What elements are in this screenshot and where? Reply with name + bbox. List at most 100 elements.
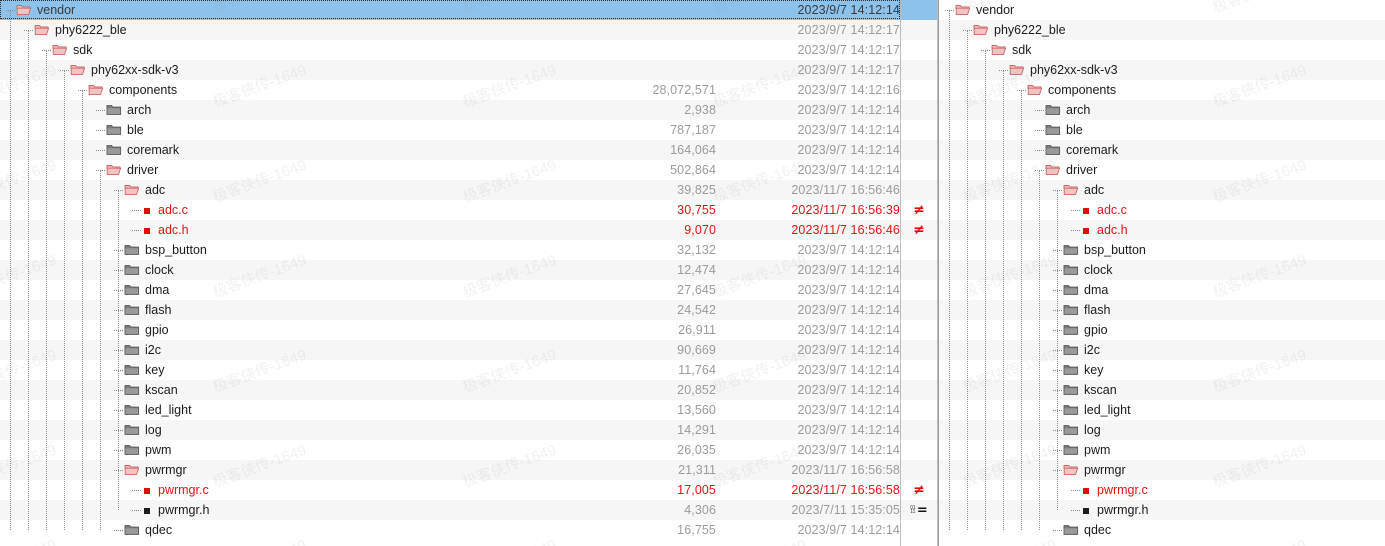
right-row-list[interactable]: vendor phy6222_ble sdk phy62xx-sdk-v3 compon…: [939, 0, 1385, 540]
table-row[interactable]: phy62xx-sdk-v3 2023/9/7 14:12:17: [0, 60, 938, 80]
row-name-cell[interactable]: coremark: [96, 140, 179, 160]
table-row[interactable]: clock 12,474 2023/9/7 14:12:14: [0, 260, 938, 280]
table-row[interactable]: ble: [939, 120, 1385, 140]
row-name-cell[interactable]: flash: [114, 300, 171, 320]
table-row[interactable]: adc.h 9,070 2023/11/7 16:56:46 ≠: [0, 220, 938, 240]
table-row[interactable]: pwrmgr.c: [939, 480, 1385, 500]
row-name-cell[interactable]: driver: [1035, 160, 1097, 180]
row-name-cell[interactable]: vendor: [945, 0, 1014, 20]
table-row[interactable]: i2c 90,669 2023/9/7 14:12:14: [0, 340, 938, 360]
row-name-cell[interactable]: coremark: [1035, 140, 1118, 160]
table-row[interactable]: led_light: [939, 400, 1385, 420]
row-name-cell[interactable]: phy62xx-sdk-v3: [999, 60, 1118, 80]
row-name-cell[interactable]: qdec: [1053, 520, 1111, 540]
table-row[interactable]: pwrmgr 21,311 2023/11/7 16:56:58: [0, 460, 938, 480]
row-name-cell[interactable]: ble: [1035, 120, 1083, 140]
row-name-cell[interactable]: vendor: [6, 0, 75, 20]
row-name-cell[interactable]: gpio: [1053, 320, 1108, 340]
table-row[interactable]: clock: [939, 260, 1385, 280]
table-row[interactable]: pwm: [939, 440, 1385, 460]
table-row[interactable]: gpio: [939, 320, 1385, 340]
row-name-cell[interactable]: flash: [1053, 300, 1110, 320]
row-name-cell[interactable]: clock: [1053, 260, 1112, 280]
row-name-cell[interactable]: pwrmgr.c: [1071, 480, 1148, 500]
table-row[interactable]: pwrmgr.h 4,306 2023/7/11 15:35:05 01 11 =: [0, 500, 938, 520]
row-name-cell[interactable]: adc: [1053, 180, 1104, 200]
table-row[interactable]: phy6222_ble 2023/9/7 14:12:17: [0, 20, 938, 40]
row-name-cell[interactable]: arch: [1035, 100, 1090, 120]
left-tree-panel[interactable]: vendor 2023/9/7 14:12:14 phy6222_ble 2023/9…: [0, 0, 938, 546]
table-row-selected[interactable]: vendor 2023/9/7 14:12:14: [0, 0, 938, 20]
row-name-cell[interactable]: phy62xx-sdk-v3: [60, 60, 179, 80]
table-row[interactable]: components 28,072,571 2023/9/7 14:12:16: [0, 80, 938, 100]
row-name-cell[interactable]: kscan: [1053, 380, 1117, 400]
table-row[interactable]: flash: [939, 300, 1385, 320]
table-row[interactable]: log: [939, 420, 1385, 440]
table-row[interactable]: bsp_button: [939, 240, 1385, 260]
row-name-cell[interactable]: pwrmgr: [114, 460, 187, 480]
table-row[interactable]: qdec: [939, 520, 1385, 540]
table-row[interactable]: flash 24,542 2023/9/7 14:12:14: [0, 300, 938, 320]
row-name-cell[interactable]: pwrmgr.c: [132, 480, 209, 500]
row-name-cell[interactable]: ble: [96, 120, 144, 140]
row-name-cell[interactable]: key: [1053, 360, 1103, 380]
row-name-cell[interactable]: dma: [1053, 280, 1108, 300]
table-row[interactable]: phy6222_ble: [939, 20, 1385, 40]
table-row[interactable]: pwm 26,035 2023/9/7 14:12:14: [0, 440, 938, 460]
row-name-cell[interactable]: sdk: [981, 40, 1031, 60]
table-row[interactable]: ble 787,187 2023/9/7 14:12:14: [0, 120, 938, 140]
table-row[interactable]: phy62xx-sdk-v3: [939, 60, 1385, 80]
table-row[interactable]: key 11,764 2023/9/7 14:12:14: [0, 360, 938, 380]
table-row[interactable]: bsp_button 32,132 2023/9/7 14:12:14: [0, 240, 938, 260]
row-name-cell[interactable]: sdk: [42, 40, 92, 60]
row-name-cell[interactable]: components: [1017, 80, 1116, 100]
table-row[interactable]: driver 502,864 2023/9/7 14:12:14: [0, 160, 938, 180]
row-name-cell[interactable]: adc.h: [1071, 220, 1128, 240]
row-name-cell[interactable]: pwm: [1053, 440, 1110, 460]
row-name-cell[interactable]: pwrmgr.h: [1071, 500, 1148, 520]
table-row[interactable]: arch: [939, 100, 1385, 120]
row-name-cell[interactable]: qdec: [114, 520, 172, 540]
table-row[interactable]: dma 27,645 2023/9/7 14:12:14: [0, 280, 938, 300]
table-row[interactable]: coremark 164,064 2023/9/7 14:12:14: [0, 140, 938, 160]
row-name-cell[interactable]: driver: [96, 160, 158, 180]
row-name-cell[interactable]: pwm: [114, 440, 171, 460]
table-row[interactable]: pwrmgr: [939, 460, 1385, 480]
table-row[interactable]: gpio 26,911 2023/9/7 14:12:14: [0, 320, 938, 340]
row-name-cell[interactable]: led_light: [1053, 400, 1131, 420]
table-row[interactable]: sdk 2023/9/7 14:12:17: [0, 40, 938, 60]
table-row[interactable]: vendor: [939, 0, 1385, 20]
table-row[interactable]: dma: [939, 280, 1385, 300]
row-name-cell[interactable]: i2c: [1053, 340, 1100, 360]
row-name-cell[interactable]: adc.c: [1071, 200, 1127, 220]
row-name-cell[interactable]: phy6222_ble: [24, 20, 127, 40]
row-name-cell[interactable]: adc.h: [132, 220, 189, 240]
row-name-cell[interactable]: kscan: [114, 380, 178, 400]
row-name-cell[interactable]: components: [78, 80, 177, 100]
table-row[interactable]: sdk: [939, 40, 1385, 60]
table-row[interactable]: driver: [939, 160, 1385, 180]
table-row[interactable]: adc.c: [939, 200, 1385, 220]
row-name-cell[interactable]: dma: [114, 280, 169, 300]
row-name-cell[interactable]: gpio: [114, 320, 169, 340]
row-name-cell[interactable]: adc.c: [132, 200, 188, 220]
row-name-cell[interactable]: pwrmgr.h: [132, 500, 209, 520]
table-row[interactable]: kscan 20,852 2023/9/7 14:12:14: [0, 380, 938, 400]
table-row[interactable]: i2c: [939, 340, 1385, 360]
row-name-cell[interactable]: bsp_button: [114, 240, 207, 260]
table-row[interactable]: adc.h: [939, 220, 1385, 240]
row-name-cell[interactable]: i2c: [114, 340, 161, 360]
table-row[interactable]: qdec 16,755 2023/9/7 14:12:14: [0, 520, 938, 540]
table-row[interactable]: adc: [939, 180, 1385, 200]
right-tree-panel[interactable]: vendor phy6222_ble sdk phy62xx-sdk-v3 compon…: [939, 0, 1385, 546]
table-row[interactable]: led_light 13,560 2023/9/7 14:12:14: [0, 400, 938, 420]
table-row[interactable]: pwrmgr.h: [939, 500, 1385, 520]
table-row[interactable]: kscan: [939, 380, 1385, 400]
table-row[interactable]: arch 2,938 2023/9/7 14:12:14: [0, 100, 938, 120]
row-name-cell[interactable]: key: [114, 360, 164, 380]
row-name-cell[interactable]: led_light: [114, 400, 192, 420]
row-name-cell[interactable]: clock: [114, 260, 173, 280]
table-row[interactable]: key: [939, 360, 1385, 380]
table-row[interactable]: coremark: [939, 140, 1385, 160]
row-name-cell[interactable]: log: [114, 420, 162, 440]
